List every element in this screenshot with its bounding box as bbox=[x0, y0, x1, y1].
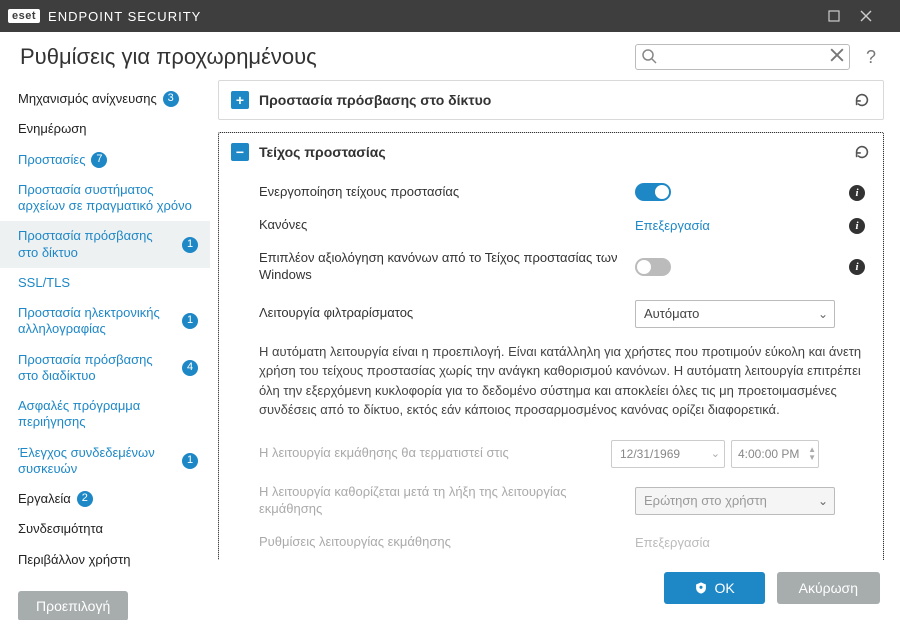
section-network-access: + Προστασία πρόσβασης στο δίκτυο bbox=[218, 80, 884, 120]
section-title: Προστασία πρόσβασης στο δίκτυο bbox=[259, 92, 837, 108]
help-button[interactable]: ? bbox=[862, 47, 880, 68]
expand-icon[interactable]: + bbox=[231, 91, 249, 109]
row-label: Επιπλέον αξιολόγηση κανόνων από το Τείχο… bbox=[259, 250, 625, 284]
info-icon[interactable]: i bbox=[849, 185, 865, 201]
select-value: Αυτόματο bbox=[644, 306, 699, 321]
winfw-eval-toggle[interactable] bbox=[635, 258, 671, 276]
sidebar-item-label: Προστασία ηλεκτρονικής αλληλογραφίας bbox=[18, 305, 176, 338]
titlebar: eset ENDPOINT SECURITY bbox=[0, 0, 900, 32]
window-close-icon[interactable] bbox=[860, 10, 892, 22]
date-value: 12/31/1969 bbox=[620, 447, 680, 461]
sidebar-item-connectivity[interactable]: Συνδεσιμότητα bbox=[0, 514, 210, 544]
sidebar-item-ssl-tls[interactable]: SSL/TLS bbox=[0, 268, 210, 298]
row-label: Λειτουργία φιλτραρίσματος bbox=[259, 305, 625, 322]
default-button[interactable]: Προεπιλογή bbox=[18, 591, 128, 620]
learning-end-time: 4:00:00 PM ▲▼ bbox=[731, 440, 819, 468]
sidebar-item-email-protection[interactable]: Προστασία ηλεκτρονικής αλληλογραφίας 1 bbox=[0, 298, 210, 345]
enable-firewall-toggle[interactable] bbox=[635, 183, 671, 201]
sidebar-item-label: Ενημέρωση bbox=[18, 121, 87, 137]
filter-mode-description: Η αυτόματη λειτουργία είναι η προεπιλογή… bbox=[259, 336, 883, 432]
learning-end-date: 12/31/1969 ⌄ bbox=[611, 440, 725, 468]
sidebar-item-web-access[interactable]: Προστασία πρόσβασης στο διαδίκτυο 4 bbox=[0, 345, 210, 392]
ok-button[interactable]: OK bbox=[664, 572, 764, 604]
page-title: Ρυθμίσεις για προχωρημένους bbox=[20, 44, 623, 70]
row-filter-mode: Λειτουργία φιλτραρίσματος Αυτόματο ⌄ bbox=[259, 292, 883, 336]
section-firewall: − Τείχος προστασίας Ενεργοποίηση τείχους… bbox=[218, 132, 884, 560]
row-learning-end: Η λειτουργία εκμάθησης θα τερματιστεί στ… bbox=[259, 432, 883, 476]
sidebar-item-label: SSL/TLS bbox=[18, 275, 70, 291]
post-learning-select: Ερώτηση στο χρήστη ⌄ bbox=[635, 487, 835, 515]
search-icon bbox=[641, 48, 657, 64]
row-rules: Κανόνες Επεξεργασία i bbox=[259, 209, 883, 242]
sidebar-item-label: Μηχανισμός ανίχνευσης bbox=[18, 91, 157, 107]
ok-label: OK bbox=[714, 580, 734, 596]
search-wrap bbox=[635, 44, 850, 70]
sidebar-badge: 7 bbox=[91, 152, 107, 168]
row-label: Ενεργοποίηση τείχους προστασίας bbox=[259, 184, 625, 201]
row-label: Κανόνες bbox=[259, 217, 625, 234]
sidebar-badge: 4 bbox=[182, 360, 198, 376]
sidebar-badge: 1 bbox=[182, 237, 198, 253]
shield-icon bbox=[694, 581, 708, 595]
chevron-down-icon: ⌄ bbox=[818, 494, 828, 508]
search-input[interactable] bbox=[635, 44, 850, 70]
sidebar: Μηχανισμός ανίχνευσης 3 Ενημέρωση Προστα… bbox=[0, 80, 210, 620]
sidebar-item-label: Προστασία πρόσβασης στο δίκτυο bbox=[18, 228, 176, 261]
sidebar-item-secure-browser[interactable]: Ασφαλές πρόγραμμα περιήγησης bbox=[0, 391, 210, 438]
edit-rules-link[interactable]: Επεξεργασία bbox=[635, 218, 710, 233]
info-icon[interactable]: i bbox=[849, 259, 865, 275]
section-title: Τείχος προστασίας bbox=[259, 144, 837, 160]
row-learning-settings: Ρυθμίσεις λειτουργίας εκμάθησης Επεξεργα… bbox=[259, 526, 883, 559]
sidebar-item-tools[interactable]: Εργαλεία 2 bbox=[0, 484, 210, 514]
header: Ρυθμίσεις για προχωρημένους ? bbox=[0, 32, 900, 80]
clear-search-icon[interactable] bbox=[830, 48, 844, 62]
sidebar-item-protections[interactable]: Προστασίες 7 bbox=[0, 145, 210, 175]
chevron-down-icon: ⌄ bbox=[711, 447, 720, 460]
footer: OK Ακύρωση bbox=[210, 560, 900, 620]
sidebar-item-label: Προστασία πρόσβασης στο διαδίκτυο bbox=[18, 352, 176, 385]
product-name: ENDPOINT SECURITY bbox=[48, 9, 201, 24]
window-maximize-icon[interactable] bbox=[828, 10, 860, 22]
sidebar-item-label: Ασφαλές πρόγραμμα περιήγησης bbox=[18, 398, 198, 431]
sidebar-item-update[interactable]: Ενημέρωση bbox=[0, 114, 210, 144]
row-enable-firewall: Ενεργοποίηση τείχους προστασίας i bbox=[259, 175, 883, 209]
sidebar-item-ui[interactable]: Περιβάλλον χρήστη bbox=[0, 545, 210, 575]
row-label: Η λειτουργία καθορίζεται μετά τη λήξη τη… bbox=[259, 484, 625, 518]
main: + Προστασία πρόσβασης στο δίκτυο − Τείχο… bbox=[210, 80, 900, 620]
select-value: Ερώτηση στο χρήστη bbox=[644, 493, 767, 508]
sidebar-badge: 1 bbox=[182, 453, 198, 469]
sidebar-badge: 1 bbox=[182, 313, 198, 329]
row-post-learning-mode: Η λειτουργία καθορίζεται μετά τη λήξη τη… bbox=[259, 476, 883, 526]
reset-icon[interactable] bbox=[853, 143, 871, 161]
time-stepper: ▲▼ bbox=[808, 446, 816, 462]
sidebar-item-label: Προστασίες bbox=[18, 152, 85, 168]
sidebar-item-realtime-fs[interactable]: Προστασία συστήματος αρχείων σε πραγματι… bbox=[0, 175, 210, 222]
sidebar-item-label: Περιβάλλον χρήστη bbox=[18, 552, 130, 568]
sidebar-item-detection-engine[interactable]: Μηχανισμός ανίχνευσης 3 bbox=[0, 84, 210, 114]
row-winfw-eval: Επιπλέον αξιολόγηση κανόνων από το Τείχο… bbox=[259, 242, 883, 292]
filter-mode-select[interactable]: Αυτόματο ⌄ bbox=[635, 300, 835, 328]
brand-logo: eset bbox=[8, 9, 40, 23]
sidebar-badge: 3 bbox=[163, 91, 179, 107]
info-icon[interactable]: i bbox=[849, 218, 865, 234]
chevron-down-icon: ⌄ bbox=[818, 307, 828, 321]
sidebar-item-label: Έλεγχος συνδεδεμένων συσκευών bbox=[18, 445, 176, 478]
collapse-icon[interactable]: − bbox=[231, 143, 249, 161]
edit-learning-settings-link: Επεξεργασία bbox=[635, 535, 710, 550]
sidebar-item-label: Εργαλεία bbox=[18, 491, 71, 507]
cancel-button[interactable]: Ακύρωση bbox=[777, 572, 880, 604]
sidebar-item-label: Προστασία συστήματος αρχείων σε πραγματι… bbox=[18, 182, 198, 215]
sidebar-badge: 2 bbox=[77, 491, 93, 507]
sidebar-item-label: Συνδεσιμότητα bbox=[18, 521, 103, 537]
row-label: Η λειτουργία εκμάθησης θα τερματιστεί στ… bbox=[259, 445, 601, 462]
sidebar-item-device-control[interactable]: Έλεγχος συνδεδεμένων συσκευών 1 bbox=[0, 438, 210, 485]
reset-icon[interactable] bbox=[853, 91, 871, 109]
sidebar-item-network-access[interactable]: Προστασία πρόσβασης στο δίκτυο 1 bbox=[0, 221, 210, 268]
row-label: Ρυθμίσεις λειτουργίας εκμάθησης bbox=[259, 534, 625, 551]
time-value: 4:00:00 PM bbox=[738, 447, 799, 461]
